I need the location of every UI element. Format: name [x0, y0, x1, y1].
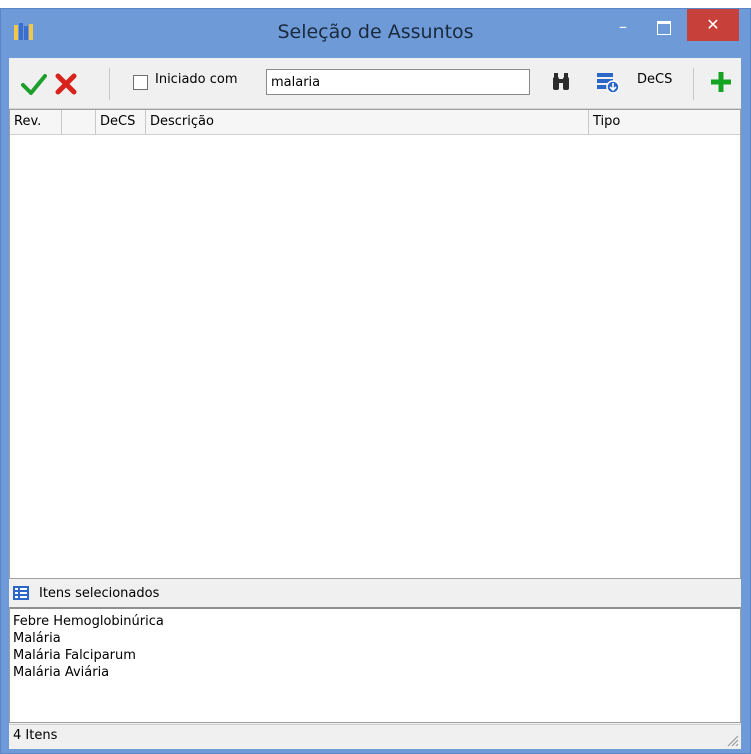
add-plus-icon[interactable]	[709, 70, 733, 94]
list-grid-icon	[13, 586, 29, 600]
confirm-check-icon[interactable]	[21, 72, 47, 96]
column-header-decs[interactable]: DeCS	[96, 110, 146, 134]
cancel-x-icon[interactable]	[54, 72, 78, 96]
list-item[interactable]: Malária Falciparum	[13, 647, 737, 664]
grid-header: Rev. DeCS Descrição Tipo	[10, 110, 740, 135]
list-item[interactable]: Malária	[13, 630, 737, 647]
background-strip	[0, 0, 751, 8]
toolbar-separator	[693, 68, 694, 100]
starts-with-label: Iniciado com	[155, 72, 238, 87]
toolbar: Iniciado com DeCS	[9, 58, 741, 109]
column-header-rev[interactable]: Rev.	[10, 110, 62, 134]
list-item[interactable]: Malária Aviária	[13, 664, 737, 681]
list-item[interactable]: Febre Hemoglobinúrica	[13, 613, 737, 630]
toolbar-separator	[109, 68, 110, 100]
selected-items-header: Itens selecionados	[9, 581, 741, 607]
column-header-blank[interactable]	[62, 110, 96, 134]
decs-button[interactable]: DeCS	[637, 72, 672, 87]
minimize-button[interactable]: –	[601, 15, 645, 43]
selected-items-list[interactable]: Febre Hemoglobinúrica Malária Malária Fa…	[9, 607, 741, 723]
selected-items-label: Itens selecionados	[39, 586, 160, 601]
item-count: 4 Itens	[13, 728, 58, 743]
column-header-descricao[interactable]: Descrição	[146, 110, 589, 134]
maximize-button[interactable]	[646, 15, 682, 43]
title-bar[interactable]: Seleção de Assuntos – ✕	[1, 9, 750, 58]
binoculars-icon[interactable]	[551, 72, 571, 92]
column-header-tipo[interactable]: Tipo	[589, 110, 740, 134]
database-download-icon[interactable]	[595, 70, 619, 94]
results-grid[interactable]: Rev. DeCS Descrição Tipo	[9, 109, 741, 579]
search-input[interactable]	[266, 69, 530, 95]
resize-grip-icon[interactable]	[725, 733, 739, 747]
starts-with-checkbox[interactable]	[133, 75, 148, 90]
maximize-icon	[657, 21, 671, 35]
dialog-window: Seleção de Assuntos – ✕ Iniciado com mal…	[0, 8, 751, 754]
close-button[interactable]: ✕	[687, 9, 739, 41]
status-bar: 4 Itens	[9, 724, 741, 749]
dialog-client: Iniciado com DeCS	[9, 58, 741, 749]
